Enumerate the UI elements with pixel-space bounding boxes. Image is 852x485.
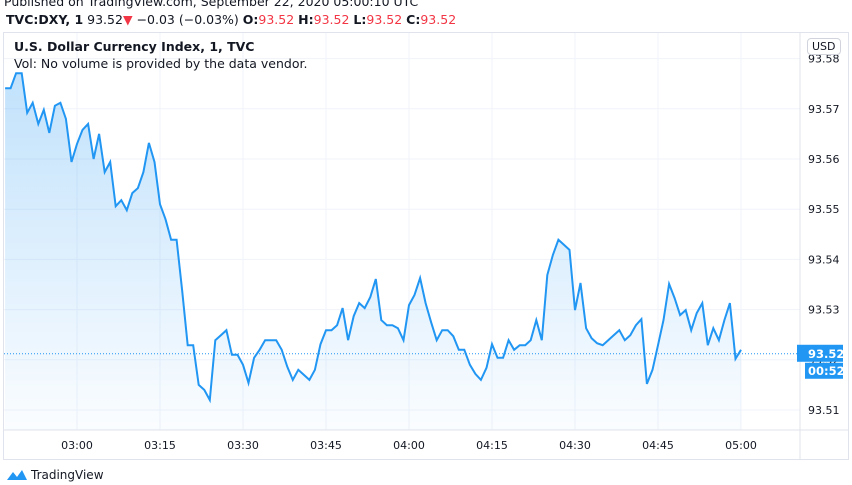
legend-title: U.S. Dollar Currency Index, 1, TVC bbox=[14, 39, 255, 54]
y-tick-label: 93.55 bbox=[808, 203, 840, 216]
volume-note: Vol: No volume is provided by the data v… bbox=[14, 56, 308, 71]
y-tick-label: 93.54 bbox=[808, 253, 840, 266]
x-tick-label: 04:30 bbox=[559, 439, 591, 452]
x-tick-label: 05:00 bbox=[725, 439, 757, 452]
x-tick-label: 04:00 bbox=[393, 439, 425, 452]
x-tick-label: 03:45 bbox=[310, 439, 342, 452]
x-tick-label: 03:15 bbox=[144, 439, 176, 452]
brand-name: TradingView bbox=[31, 468, 104, 482]
tradingview-logo[interactable]: TradingView bbox=[6, 468, 104, 482]
price-chart[interactable]: 93.5893.5793.5693.5593.5493.5393.5293.51… bbox=[0, 0, 852, 485]
y-tick-label: 93.56 bbox=[808, 153, 840, 166]
x-tick-label: 03:30 bbox=[227, 439, 259, 452]
y-tick-label: 93.53 bbox=[808, 304, 840, 317]
currency-button[interactable]: USD bbox=[807, 38, 841, 55]
x-tick-label: 04:15 bbox=[476, 439, 508, 452]
x-tick-label: 04:45 bbox=[642, 439, 674, 452]
y-tick-label: 93.51 bbox=[808, 404, 840, 417]
countdown-label: 00:52 bbox=[808, 364, 845, 378]
price-tag-label: 93.52 bbox=[808, 347, 844, 361]
y-tick-label: 93.57 bbox=[808, 103, 840, 116]
area-fill bbox=[5, 73, 742, 430]
tradingview-logo-icon bbox=[7, 470, 27, 480]
x-tick-label: 03:00 bbox=[61, 439, 93, 452]
